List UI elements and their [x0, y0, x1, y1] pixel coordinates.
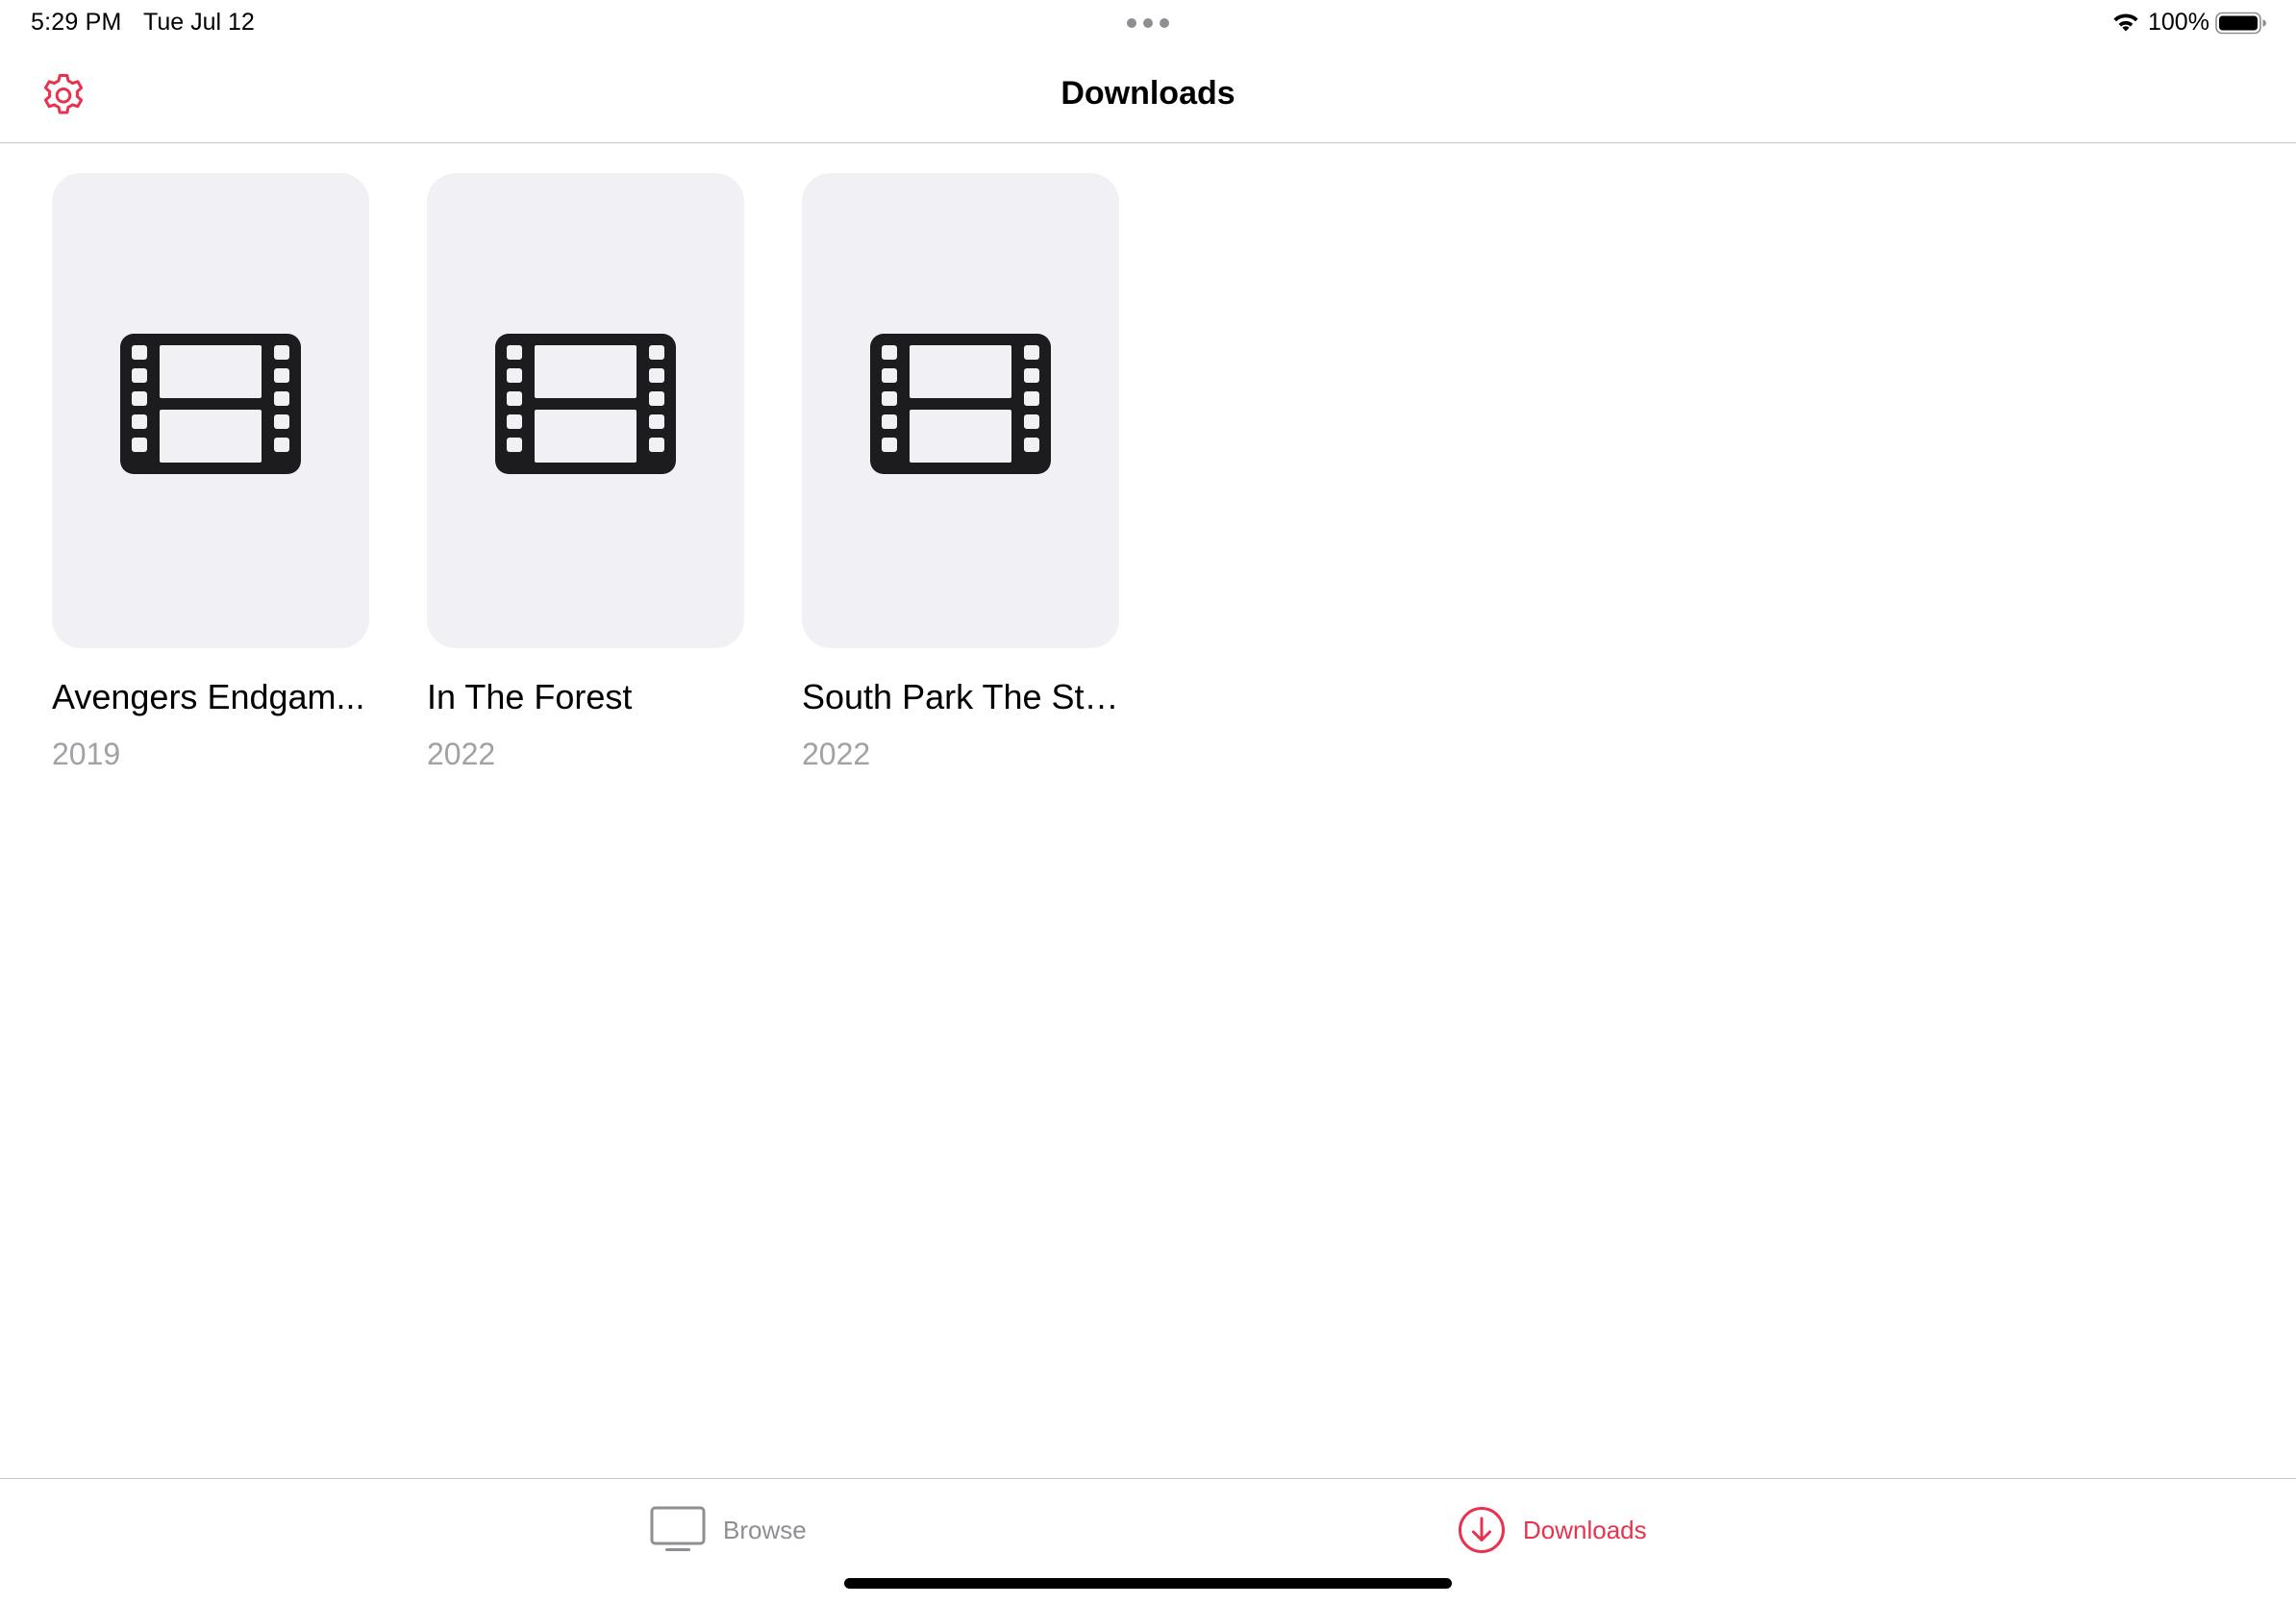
film-icon [870, 334, 1051, 474]
home-indicator[interactable] [844, 1578, 1452, 1589]
tab-label: Browse [723, 1515, 807, 1544]
poster-placeholder [427, 173, 744, 648]
download-item[interactable]: Avengers Endgam... 2019 [52, 173, 369, 772]
page-title: Downloads [1061, 75, 1235, 112]
film-icon [495, 334, 676, 474]
item-title: In The Forest [427, 677, 633, 716]
item-title: South Park The Str... [802, 677, 1119, 716]
poster-placeholder [802, 173, 1119, 648]
item-year: 2019 [52, 737, 121, 771]
download-item[interactable]: In The Forest 2022 [427, 173, 744, 772]
item-title: Avengers Endgam... [52, 677, 365, 716]
item-year: 2022 [802, 737, 871, 771]
item-year: 2022 [427, 737, 496, 771]
wifi-icon [2113, 13, 2138, 32]
status-date: Tue Jul 12 [143, 9, 255, 36]
download-icon [1459, 1507, 1505, 1553]
tab-label: Downloads [1523, 1515, 1647, 1544]
status-time: 5:29 PM [31, 9, 122, 36]
navigation-bar: Downloads [0, 46, 2296, 143]
tv-icon [650, 1506, 706, 1551]
battery-percentage: 100% [2148, 9, 2209, 36]
poster-placeholder [52, 173, 369, 648]
tab-downloads[interactable]: Downloads [1458, 1506, 1647, 1554]
multitasking-dots-icon[interactable] [1127, 18, 1169, 28]
status-bar: 5:29 PM Tue Jul 12 100% [0, 0, 2296, 46]
download-item[interactable]: South Park The Str... 2022 [802, 173, 1119, 772]
battery-icon [2215, 12, 2266, 35]
tab-browse[interactable]: Browse [650, 1506, 807, 1554]
film-icon [120, 334, 301, 474]
downloads-grid: Avengers Endgam... 2019 In The Forest 20… [52, 173, 1119, 772]
